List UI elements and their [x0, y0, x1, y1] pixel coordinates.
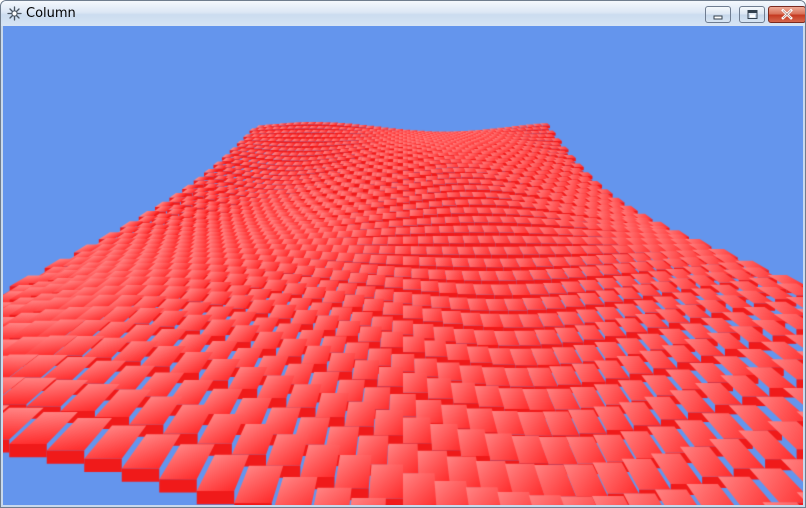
app-window: Column [0, 0, 806, 508]
minimize-icon [713, 15, 723, 20]
close-button[interactable] [768, 6, 805, 23]
title-bar[interactable]: Column [1, 1, 805, 26]
window-title: Column [26, 6, 76, 21]
minimize-button[interactable] [705, 6, 731, 23]
column-surface [3, 26, 803, 505]
3d-viewport[interactable] [3, 26, 803, 505]
app-icon[interactable] [6, 5, 23, 22]
maximize-button[interactable] [739, 6, 765, 23]
maximize-icon [747, 10, 758, 19]
close-icon [781, 8, 793, 20]
